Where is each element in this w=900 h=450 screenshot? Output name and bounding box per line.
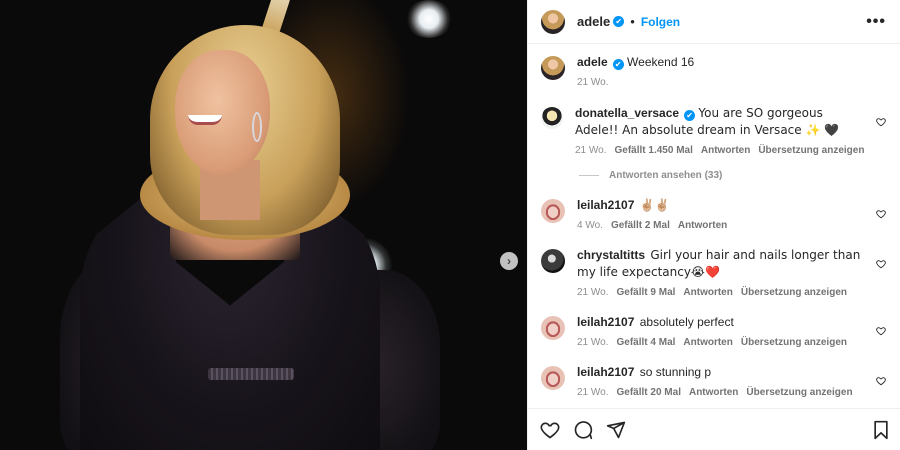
translate-button[interactable]: Übersetzung anzeigen [741,287,847,298]
reply-button[interactable]: Antworten [683,337,732,348]
comment-time[interactable]: 21 Wo. [577,337,609,348]
reply-button[interactable]: Antworten [683,287,732,298]
verified-badge-icon: ✔ [613,16,625,27]
comment-text: ✌🏼✌🏼 [639,198,670,212]
post-header: adele ✔ • Folgen ••• [528,0,900,44]
like-heart-icon[interactable] [540,420,560,440]
comment-item: leilah2107 ✌🏼✌🏼 4 Wo. Gefällt 2 Mal Antw… [541,197,888,231]
verified-badge-icon: ✔ [612,59,624,70]
reply-button[interactable]: Antworten [678,220,727,231]
chevron-right-icon: › [507,254,511,268]
avatar[interactable] [541,107,563,129]
follow-button[interactable]: Folgen [641,15,680,29]
comment-username[interactable]: donatella_versace [575,106,679,120]
avatar[interactable] [541,249,565,273]
comment-item: leilah2107 so stunning p 21 Wo. Gefällt … [541,364,888,398]
photo-belt [208,368,294,380]
comment-time[interactable]: 21 Wo. [575,145,607,156]
reply-button[interactable]: Antworten [701,145,750,156]
comment-time[interactable]: 21 Wo. [577,287,609,298]
stage-light [405,0,453,38]
comment-item: donatella_versace ✔ You are SO gorgeous A… [541,105,888,181]
comment-username[interactable]: leilah2107 [577,315,634,329]
avatar[interactable] [541,9,565,34]
post-modal: › adele ✔ • Folgen ••• adele ✔ Weekend 16… [0,0,900,450]
comment-username[interactable]: chrystaltitts [577,248,645,262]
like-comment-heart-icon[interactable] [876,206,888,219]
like-comment-heart-icon[interactable] [876,256,888,269]
avatar[interactable] [541,199,565,223]
post-sidebar: adele ✔ • Folgen ••• adele ✔ Weekend 16 2… [527,0,900,450]
photo-earring [252,112,262,142]
comment-likes[interactable]: Gefällt 9 Mal [617,287,676,298]
view-replies-label: Antworten ansehen (33) [609,170,723,181]
view-replies-button[interactable]: Antworten ansehen (33) [575,170,868,181]
caption-text: Weekend 16 [627,55,695,69]
comment-likes[interactable]: Gefällt 20 Mal [617,387,681,398]
comment-item: leilah2107 absolutely perfect 21 Wo. Gef… [541,314,888,348]
separator-dot: • [630,14,635,29]
action-bar [528,408,900,450]
comment-icon[interactable] [573,420,593,440]
more-options-icon[interactable]: ••• [866,13,886,31]
translate-button[interactable]: Übersetzung anzeigen [746,387,852,398]
avatar[interactable] [541,56,565,80]
bookmark-icon[interactable] [872,420,890,440]
post-image[interactable]: › [0,0,527,450]
photo-smile [188,115,222,125]
like-comment-heart-icon[interactable] [876,114,888,127]
comment-text: absolutely perfect [639,315,734,329]
comment-likes[interactable]: Gefällt 2 Mal [611,220,670,231]
avatar[interactable] [541,366,565,390]
share-icon[interactable] [606,420,626,440]
comment-time[interactable]: 4 Wo. [577,220,603,231]
reply-button[interactable]: Antworten [689,387,738,398]
comment-likes[interactable]: Gefällt 4 Mal [617,337,676,348]
verified-badge-icon: ✔ [684,110,696,121]
comment-likes[interactable]: Gefällt 1.450 Mal [615,145,693,156]
caption-username[interactable]: adele [577,55,608,69]
avatar[interactable] [541,316,565,340]
comment-username[interactable]: leilah2107 [577,365,634,379]
replies-divider [579,175,599,176]
translate-button[interactable]: Übersetzung anzeigen [741,337,847,348]
caption: adele ✔ Weekend 16 21 Wo. [541,54,888,88]
translate-button[interactable]: Übersetzung anzeigen [758,145,864,156]
comment-item: chrystaltitts Girl your hair and nails l… [541,247,888,298]
comment-time[interactable]: 21 Wo. [577,387,609,398]
like-comment-heart-icon[interactable] [876,323,888,336]
comments-list[interactable]: adele ✔ Weekend 16 21 Wo. donatella_versa… [528,44,900,408]
next-image-button[interactable]: › [500,252,518,270]
caption-time[interactable]: 21 Wo. [577,77,609,88]
comment-text: so stunning p [639,365,712,379]
like-comment-heart-icon[interactable] [876,373,888,386]
author-username[interactable]: adele [577,14,610,29]
comment-username[interactable]: leilah2107 [577,198,634,212]
